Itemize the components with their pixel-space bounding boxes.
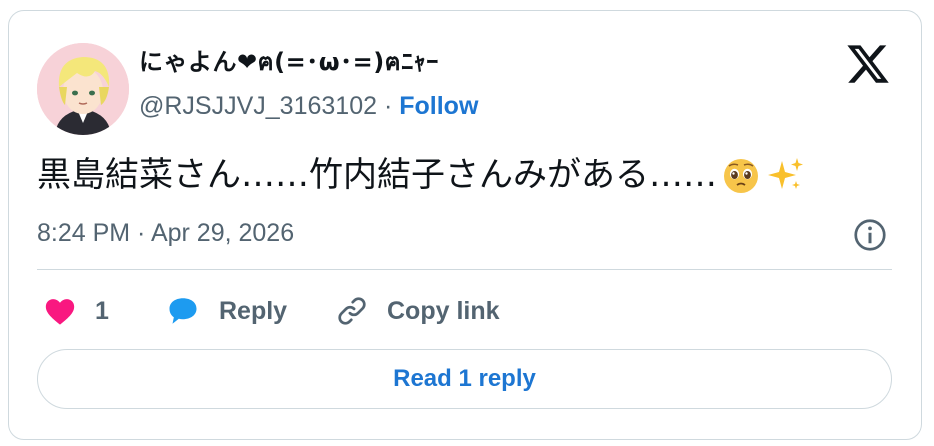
reply-bubble-icon <box>169 298 197 324</box>
avatar[interactable] <box>37 43 129 135</box>
tweet-text: 黒島結菜さん……竹内結子さんみがある…… <box>37 151 805 199</box>
info-icon[interactable] <box>852 217 888 253</box>
user-handle[interactable]: @RJSJJVJ_3163102 <box>139 92 377 120</box>
read-replies-label: Read 1 reply <box>393 365 536 392</box>
heart-icon <box>45 299 75 325</box>
timestamp[interactable]: 8:24 PM · Apr 29, 2026 <box>37 217 294 249</box>
x-logo-icon[interactable] <box>845 41 891 87</box>
like-count: 1 <box>95 296 109 325</box>
separator: · <box>383 92 393 120</box>
link-icon <box>338 297 366 325</box>
follow-button[interactable]: Follow <box>399 92 478 120</box>
pleading-face-icon <box>724 159 758 193</box>
display-name[interactable]: にゃよん❤ฅ(=･ω･=)ฅﾆｬｰ <box>139 47 439 77</box>
copy-link-button[interactable]: Copy link <box>335 291 500 331</box>
sparkles-icon <box>768 158 803 189</box>
divider <box>37 269 892 270</box>
copy-link-label: Copy link <box>387 296 500 325</box>
like-button[interactable]: 1 <box>43 291 109 331</box>
handle-row: @RJSJJVJ_3163102 · Follow <box>139 90 478 122</box>
tweet-body: 黒島結菜さん……竹内結子さんみがある…… <box>37 155 717 195</box>
tweet-card: にゃよん❤ฅ(=･ω･=)ฅﾆｬｰ @RJSJJVJ_3163102 · Fol… <box>8 10 922 440</box>
reply-label: Reply <box>219 296 288 325</box>
read-replies-button[interactable]: Read 1 reply <box>37 349 892 409</box>
reply-button[interactable]: Reply <box>165 291 287 331</box>
